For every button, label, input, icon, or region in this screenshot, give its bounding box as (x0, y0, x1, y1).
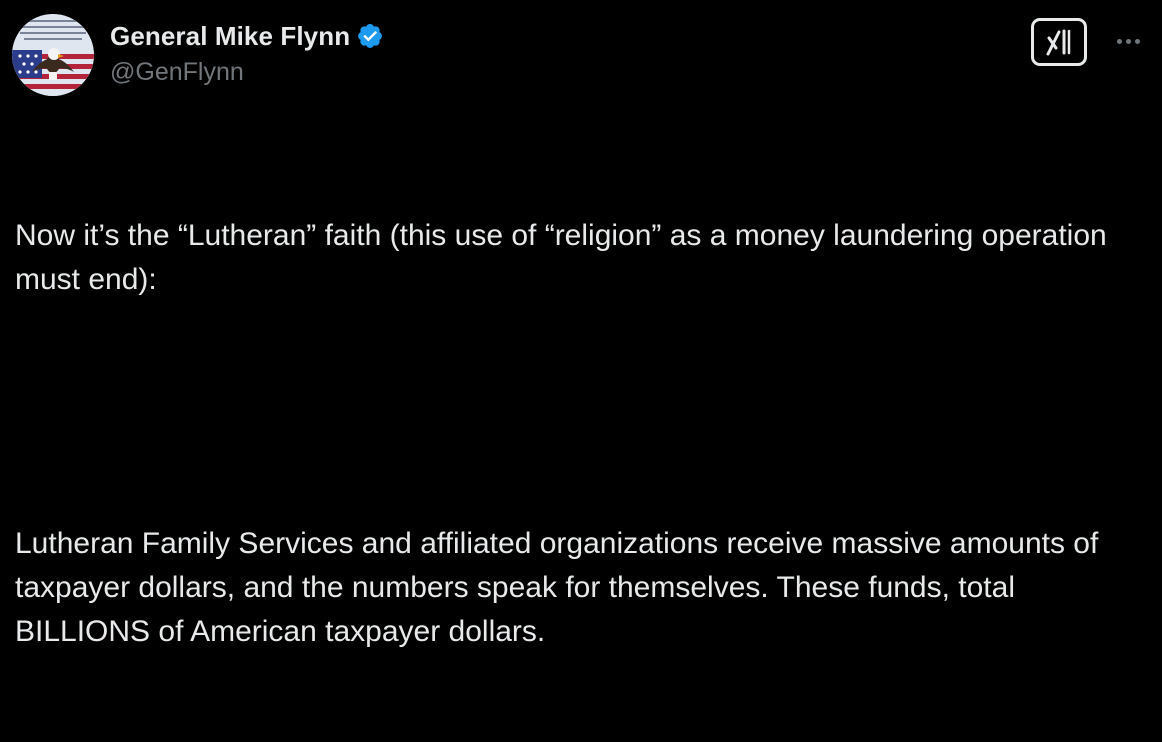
more-horizontal-icon-dot (1125, 38, 1131, 44)
more-horizontal-icon-dot (1134, 38, 1140, 44)
avatar[interactable] (12, 14, 94, 96)
verified-badge-icon (358, 24, 383, 48)
grok-button[interactable] (1031, 18, 1087, 66)
grok-logo-icon (1046, 29, 1071, 56)
tweet-paragraph: Lutheran Family Services and affiliated … (15, 527, 1107, 648)
author-name-row: General Mike Flynn (110, 18, 384, 54)
tweet-paragraph: Now it’s the “Lutheran” faith (this use … (15, 219, 1116, 296)
eagle-flag-avatar-image (12, 14, 94, 96)
more-horizontal-icon (1116, 38, 1122, 44)
tweet-text: Now it’s the “Lutheran” faith (this use … (15, 126, 1155, 742)
more-options-button[interactable] (1108, 26, 1148, 56)
author-display-name[interactable]: General Mike Flynn (110, 21, 350, 52)
author-handle[interactable]: @GenFlynn (110, 58, 244, 87)
